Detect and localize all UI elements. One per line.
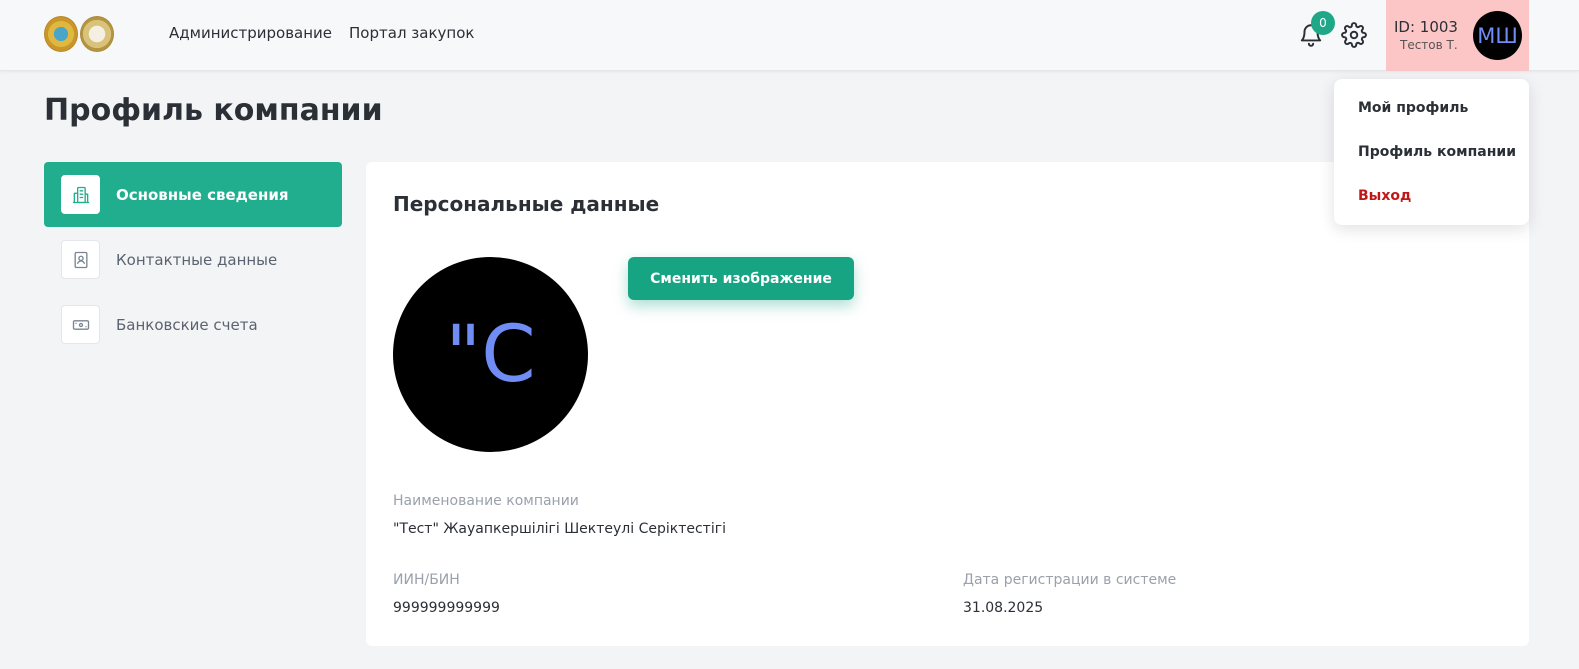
page-title: Профиль компании [44, 93, 383, 128]
user-id: ID: 1003 [1394, 18, 1458, 36]
user-name: Тестов Т. [1400, 38, 1458, 52]
nav-administration[interactable]: Администрирование [169, 24, 332, 42]
menu-item-company-profile[interactable]: Профиль компании [1358, 144, 1516, 160]
personal-data-card: Персональные данные "С Сменить изображен… [366, 162, 1529, 646]
change-image-button[interactable]: Сменить изображение [628, 257, 854, 300]
company-name-label: Наименование компании [393, 493, 579, 509]
state-emblem-icon [44, 16, 78, 52]
building-icon [61, 175, 100, 214]
sidebar-item-label: Контактные данные [116, 250, 278, 269]
user-dropdown-menu: Мой профиль Профиль компании Выход [1334, 79, 1529, 225]
top-nav: Администрирование Портал закупок [169, 24, 474, 42]
avatar[interactable]: МШ [1473, 11, 1522, 60]
bin-label: ИИН/БИН [393, 572, 460, 588]
ministry-emblem-icon [80, 16, 114, 52]
sidebar-item-label: Основные сведения [116, 185, 289, 204]
logos [44, 16, 114, 52]
sidebar-item-label: Банковские счета [116, 315, 258, 334]
sidebar-item-bank-accounts[interactable]: Банковские счета [44, 292, 342, 357]
company-name-value: "Тест" Жауапкершілігі Шектеулі Серіктест… [393, 521, 726, 537]
reg-date-label: Дата регистрации в системе [963, 572, 1177, 588]
nav-procurement-portal[interactable]: Портал закупок [349, 24, 474, 42]
company-avatar: "С [393, 257, 588, 452]
contact-book-icon [61, 240, 100, 279]
notification-badge: 0 [1311, 11, 1335, 35]
reg-date-value: 31.08.2025 [963, 600, 1044, 616]
user-menu-toggle[interactable]: ID: 1003 Тестов Т. МШ [1386, 0, 1529, 71]
sidebar-item-main-info[interactable]: Основные сведения [44, 162, 342, 227]
sidebar-item-contacts[interactable]: Контактные данные [44, 227, 342, 292]
banknote-icon [61, 305, 100, 344]
section-title: Персональные данные [393, 192, 660, 216]
menu-item-logout[interactable]: Выход [1358, 188, 1411, 204]
top-header: Администрирование Портал закупок 0 ID: 1… [0, 0, 1579, 71]
gear-icon[interactable] [1341, 22, 1367, 48]
bin-value: 999999999999 [393, 600, 500, 616]
menu-item-my-profile[interactable]: Мой профиль [1358, 100, 1468, 116]
